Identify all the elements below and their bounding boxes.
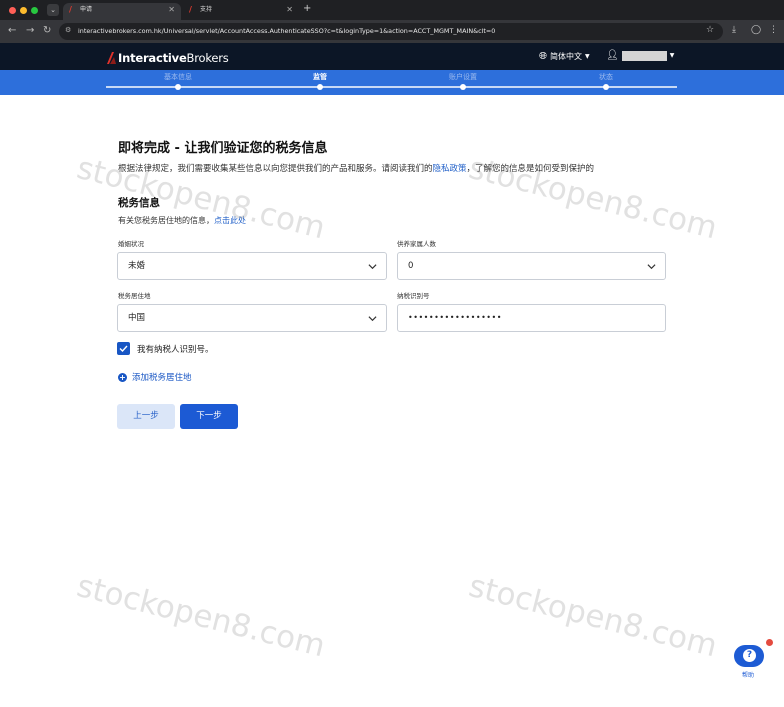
- browser-tab-strip: ⌄ / 申请 ✕ / 支持 ✕ +: [0, 0, 784, 20]
- intro-text-after: ，了解您的信息是如何受到保护的: [466, 164, 595, 174]
- watermark: stockopen8.com: [73, 568, 329, 665]
- step-label-regulatory: 监管: [313, 73, 327, 81]
- dependents-label: 供养家属人数: [397, 240, 436, 248]
- step-label-basic-info: 基本信息: [164, 73, 192, 81]
- intro-text: 根据法律规定，我们需要收集某些信息以向您提供我们的产品和服务。请阅读我们的隐私政…: [118, 162, 594, 174]
- plus-circle-icon: +: [118, 372, 127, 382]
- ib-favicon-icon: /: [69, 5, 72, 14]
- chevron-down-icon: [368, 264, 377, 270]
- step-label-status: 状态: [599, 73, 613, 81]
- ib-logo[interactable]: InteractiveBrokers: [106, 49, 229, 66]
- browser-tab-active[interactable]: / 申请 ✕: [63, 3, 181, 20]
- section-title-tax-info: 税务信息: [118, 197, 160, 209]
- checkmark-icon: [119, 345, 128, 353]
- help-button[interactable]: ?: [734, 645, 764, 667]
- chevron-down-icon: [647, 264, 656, 270]
- tin-label: 纳税识别号: [397, 292, 430, 300]
- marital-status-select[interactable]: 未婚: [117, 252, 387, 280]
- previous-step-button[interactable]: 上一步: [117, 404, 175, 429]
- ib-favicon-icon: /: [189, 5, 192, 14]
- caret-down-icon: ▼: [669, 52, 675, 59]
- language-selector[interactable]: 🌐︎ 简体中文 ▼: [539, 51, 590, 62]
- has-tin-checkbox[interactable]: [117, 342, 130, 355]
- caret-down-icon: ▼: [585, 53, 590, 60]
- add-tax-residence-link[interactable]: + 添加税务居住地: [118, 371, 192, 383]
- privacy-policy-link[interactable]: 隐私政策: [433, 164, 467, 174]
- help-question-icon: ?: [743, 649, 756, 662]
- menu-kebab-icon[interactable]: ⋮: [769, 25, 778, 35]
- redacted-username: [621, 50, 667, 61]
- step-dot: [175, 84, 181, 90]
- step-dot: [460, 84, 466, 90]
- add-tax-residence-label: 添加税务居住地: [132, 373, 192, 383]
- profile-icon[interactable]: ◯: [751, 25, 761, 35]
- tab-title: 申请: [80, 6, 93, 13]
- tab-close-icon[interactable]: ✕: [286, 3, 293, 17]
- has-tin-checkbox-label[interactable]: 我有纳税人识别号。: [137, 343, 214, 355]
- step-dot: [603, 84, 609, 90]
- tab-title: 支持: [200, 6, 213, 13]
- window-minimize-button[interactable]: [20, 7, 27, 14]
- browser-tab[interactable]: / 支持 ✕: [183, 3, 299, 20]
- window-maximize-button[interactable]: [31, 7, 38, 14]
- window-close-button[interactable]: [9, 7, 16, 14]
- dependents-select[interactable]: 0: [397, 252, 666, 280]
- click-here-link[interactable]: 点击此处: [214, 216, 246, 225]
- forward-arrow-icon[interactable]: →: [26, 25, 34, 37]
- progress-bar: [0, 70, 784, 95]
- marital-status-label: 婚姻状况: [118, 240, 144, 248]
- new-tab-icon[interactable]: +: [303, 3, 311, 14]
- section-subtitle: 有关您税务居住地的信息，点击此处: [118, 215, 246, 226]
- logo-text-bold: Interactive: [118, 50, 187, 65]
- globe-icon: 🌐︎: [539, 51, 547, 62]
- notification-dot: [766, 639, 773, 646]
- tab-search-icon[interactable]: ⌄: [47, 4, 59, 16]
- tax-residence-select[interactable]: 中国: [117, 304, 387, 332]
- reload-icon[interactable]: ↻: [43, 25, 51, 37]
- address-bar[interactable]: interactivebrokers.com.hk/Universal/serv…: [59, 23, 723, 40]
- logo-text-light: Brokers: [186, 50, 229, 65]
- chevron-down-icon: [368, 316, 377, 322]
- page-title: 即将完成 - 让我们验证您的税务信息: [118, 141, 328, 156]
- watermark: stockopen8.com: [465, 568, 721, 665]
- dependents-value: 0: [408, 261, 414, 271]
- step-label-account-setup: 账户设置: [449, 73, 477, 81]
- next-step-button[interactable]: 下一步: [180, 404, 238, 429]
- user-icon: 👤︎: [606, 50, 619, 61]
- back-arrow-icon[interactable]: ←: [8, 25, 16, 37]
- tab-close-icon[interactable]: ✕: [168, 3, 175, 17]
- tax-residence-label: 税务居住地: [118, 292, 151, 300]
- help-label[interactable]: 帮助: [742, 670, 754, 679]
- browser-toolbar: ← → ↻ interactivebrokers.com.hk/Universa…: [0, 20, 784, 43]
- user-menu[interactable]: 👤︎ ▼: [606, 50, 674, 61]
- tin-input[interactable]: ••••••••••••••••••: [397, 304, 666, 332]
- section-sub-text: 有关您税务居住地的信息，: [118, 216, 214, 225]
- ib-logo-mark-icon: [107, 51, 116, 64]
- intro-text-before: 根据法律规定，我们需要收集某些信息以向您提供我们的产品和服务。请阅读我们的: [118, 164, 433, 174]
- marital-status-value: 未婚: [128, 261, 146, 271]
- step-dot: [317, 84, 323, 90]
- tax-residence-value: 中国: [128, 313, 146, 323]
- tin-masked-value: ••••••••••••••••••: [408, 313, 502, 322]
- bookmark-star-icon[interactable]: ☆: [706, 25, 714, 35]
- download-icon[interactable]: ⤓: [732, 25, 736, 35]
- progress-track: [106, 86, 677, 88]
- language-label: 简体中文: [550, 52, 582, 61]
- site-info-icon[interactable]: ⚙: [65, 26, 71, 34]
